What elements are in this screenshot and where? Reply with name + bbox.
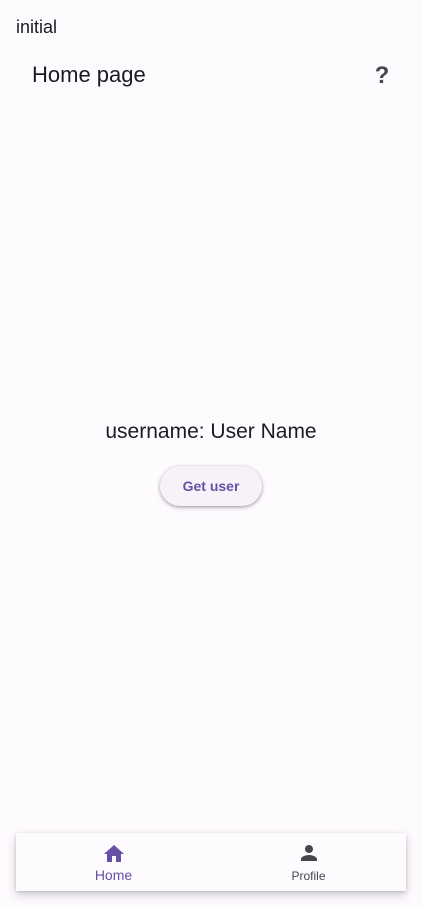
- page-title: Home page: [32, 62, 146, 87]
- bottom-navigation-bar: Home Profile: [16, 833, 406, 891]
- nav-item-label: Profile: [291, 868, 326, 883]
- status-text: initial: [16, 17, 58, 37]
- username-text: username: User Name: [105, 420, 317, 443]
- help-icon: ?: [374, 62, 390, 89]
- nav-item-profile[interactable]: Profile: [211, 833, 406, 891]
- help-button[interactable]: ?: [362, 56, 402, 96]
- main-content: username: User Name Get user: [0, 418, 422, 506]
- nav-item-home[interactable]: Home: [16, 833, 211, 891]
- nav-item-label: Home: [94, 866, 133, 883]
- person-icon: [300, 844, 317, 861]
- get-user-button[interactable]: Get user: [160, 466, 262, 506]
- app-bar: Home page ?: [0, 52, 422, 98]
- home-icon: [103, 844, 124, 862]
